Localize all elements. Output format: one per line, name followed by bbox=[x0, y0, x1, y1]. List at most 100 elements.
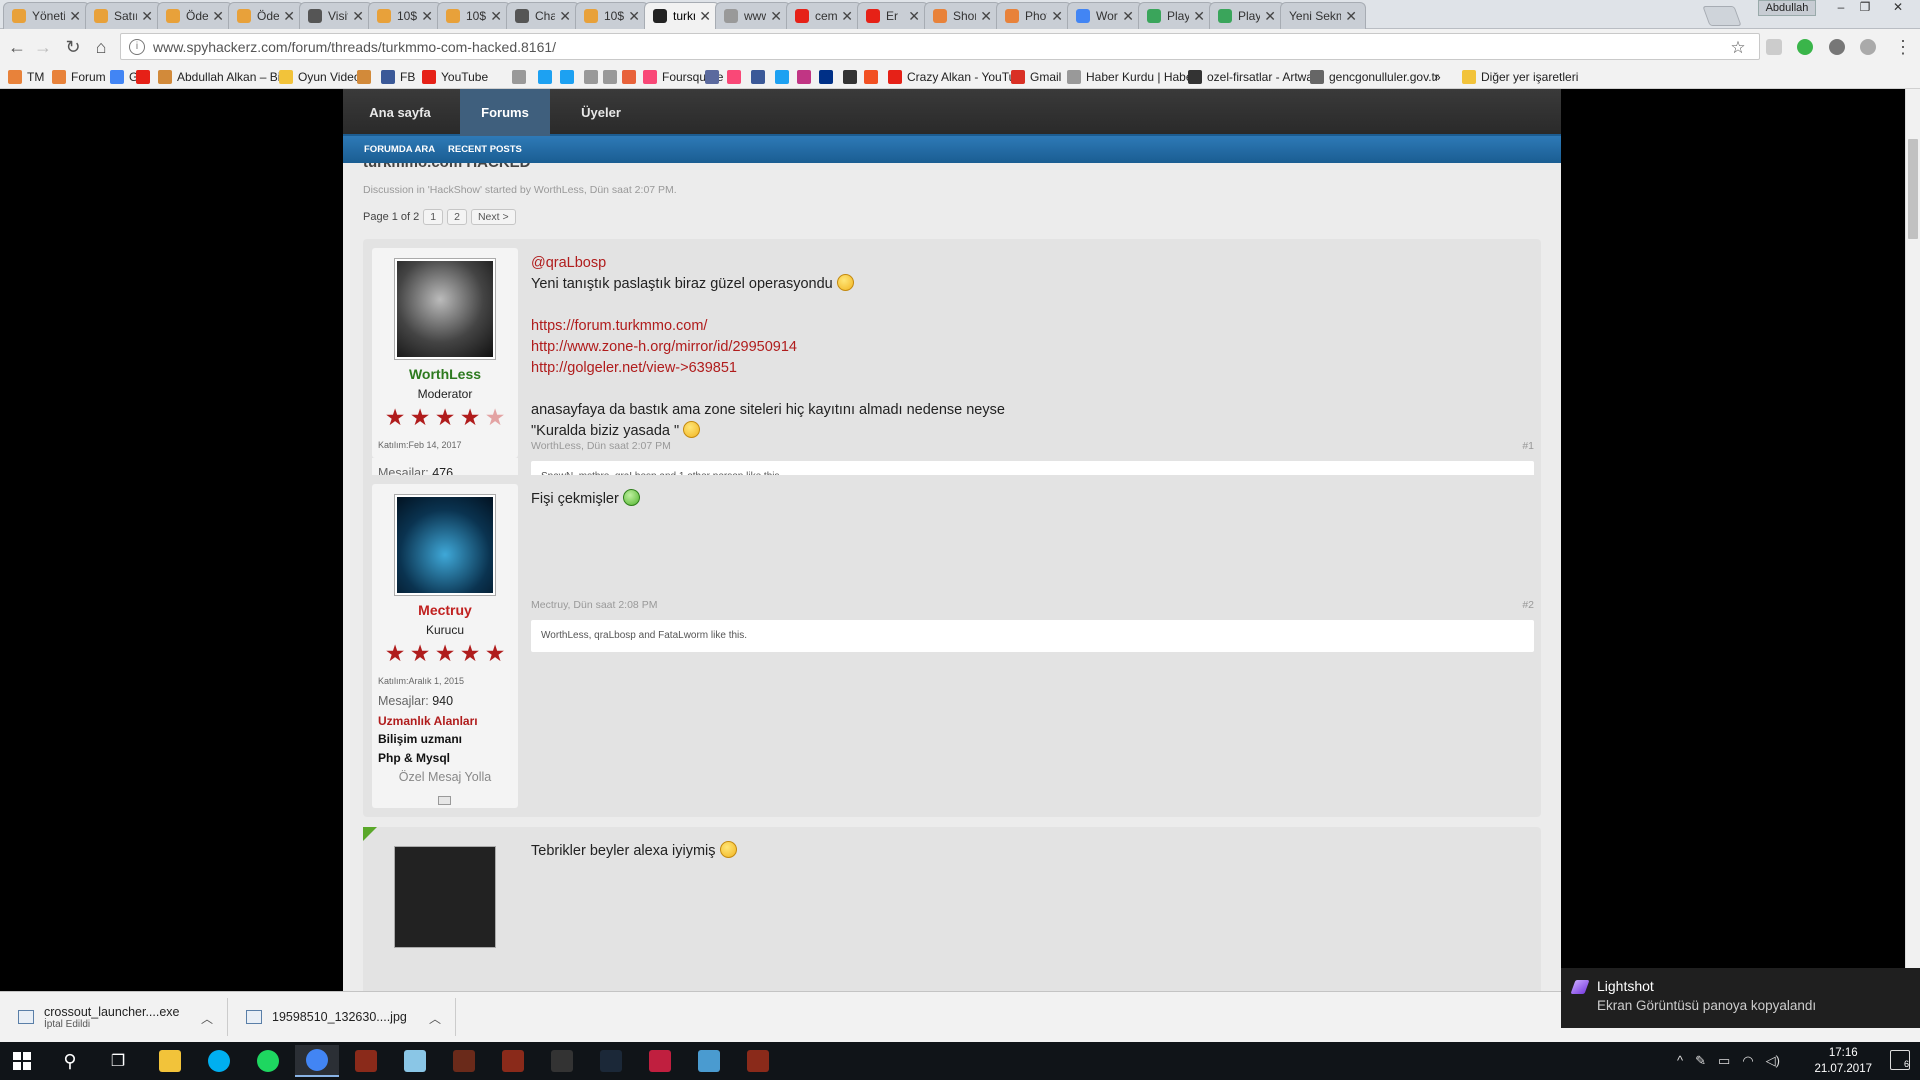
browser-tab[interactable]: Öden✕ bbox=[228, 2, 304, 29]
nav-forums[interactable]: Forums bbox=[460, 89, 550, 136]
search-icon[interactable]: ⚲ bbox=[48, 1045, 92, 1077]
browser-tab[interactable]: cem y✕ bbox=[786, 2, 862, 29]
bookmark-item[interactable]: YouTube bbox=[422, 68, 488, 86]
download-name[interactable]: 19598510_132630....jpg bbox=[272, 1010, 407, 1024]
nav-members[interactable]: Üyeler bbox=[556, 89, 646, 136]
bookmark-item[interactable]: » bbox=[1434, 68, 1441, 86]
close-window-icon[interactable]: ✕ bbox=[1878, 0, 1918, 16]
username[interactable]: Mectruy bbox=[372, 602, 518, 618]
close-icon[interactable]: ✕ bbox=[283, 8, 295, 25]
bookmark-item[interactable] bbox=[751, 68, 770, 86]
volume-icon[interactable]: ◁) bbox=[1766, 1053, 1780, 1069]
close-icon[interactable]: ✕ bbox=[490, 8, 502, 25]
browser-tab[interactable]: 10$ F✕ bbox=[437, 2, 511, 29]
close-icon[interactable]: ✕ bbox=[421, 8, 433, 25]
browser-tab[interactable]: Er ✕ bbox=[857, 2, 929, 29]
chevron-up-icon[interactable]: ^ bbox=[1677, 1053, 1683, 1069]
post-link-3[interactable]: http://golgeler.net/view->639851 bbox=[531, 358, 1005, 379]
taskbar-app[interactable] bbox=[589, 1045, 633, 1077]
gear-extension-icon[interactable] bbox=[1829, 39, 1845, 55]
bookmark-item[interactable]: G bbox=[110, 68, 138, 86]
close-icon[interactable]: ✕ bbox=[1264, 8, 1276, 25]
bookmark-item[interactable] bbox=[843, 68, 862, 86]
taskbar-app[interactable] bbox=[148, 1045, 192, 1077]
browser-tab[interactable]: Öden✕ bbox=[157, 2, 233, 29]
page-link-1[interactable]: 1 bbox=[423, 209, 444, 225]
bookmark-item[interactable] bbox=[136, 68, 155, 86]
mention-link[interactable]: @qraLbosp bbox=[531, 253, 1005, 274]
maximize-icon[interactable]: ❐ bbox=[1854, 0, 1876, 16]
browser-tab[interactable]: 10$ F✕ bbox=[368, 2, 442, 29]
taskbar-app[interactable] bbox=[736, 1045, 780, 1077]
username[interactable]: WorthLess bbox=[372, 366, 518, 382]
browser-tab[interactable]: 10$ F✕ bbox=[575, 2, 649, 29]
avatar[interactable] bbox=[394, 494, 496, 596]
post-number[interactable]: #2 bbox=[1522, 599, 1534, 611]
close-icon[interactable]: ✕ bbox=[770, 8, 782, 25]
browser-tab[interactable]: Plays ✕ bbox=[1138, 2, 1214, 29]
browser-tab[interactable]: Yöneti ✕ bbox=[3, 2, 90, 29]
bookmark-item[interactable] bbox=[603, 68, 622, 86]
browser-tab[interactable]: Satın ✕ bbox=[85, 2, 162, 29]
bookmark-item[interactable]: Forum bbox=[52, 68, 106, 86]
bookmark-item[interactable]: Crazy Alkan - YouTub bbox=[888, 68, 1022, 86]
browser-tab[interactable]: Work ✕ bbox=[1067, 2, 1143, 29]
taskbar-app[interactable] bbox=[246, 1045, 290, 1077]
close-icon[interactable]: ✕ bbox=[69, 8, 81, 25]
avatar[interactable] bbox=[394, 258, 496, 360]
page-link-2[interactable]: 2 bbox=[447, 209, 467, 225]
bookmark-item[interactable] bbox=[819, 68, 838, 86]
close-icon[interactable]: ✕ bbox=[212, 8, 224, 25]
taskbar-app[interactable] bbox=[393, 1045, 437, 1077]
close-icon[interactable]: ✕ bbox=[559, 8, 571, 25]
url-text[interactable]: www.spyhackerz.com/forum/threads/turkmmo… bbox=[153, 39, 556, 55]
close-icon[interactable]: ✕ bbox=[1345, 8, 1357, 25]
profile-button[interactable]: Abdullah bbox=[1758, 0, 1816, 16]
clock[interactable]: 17:16 21.07.2017 bbox=[1814, 1045, 1872, 1077]
bookmark-item[interactable]: Abdullah Alkan – Bir bbox=[158, 68, 284, 86]
lightshot-toast[interactable]: Lightshot Ekran Görüntüsü panoya kopyala… bbox=[1561, 968, 1920, 1028]
bookmark-item[interactable]: TM bbox=[8, 68, 44, 86]
notification-center-icon[interactable]: 6 bbox=[1890, 1050, 1910, 1070]
post-link-1[interactable]: https://forum.turkmmo.com/ bbox=[531, 316, 1005, 337]
forward-icon[interactable]: → bbox=[32, 36, 54, 58]
subnav-recent-posts[interactable]: RECENT POSTS bbox=[448, 136, 522, 163]
post-author-date[interactable]: Mectruy, Dün saat 2:08 PM bbox=[531, 599, 657, 611]
task-view-icon[interactable]: ❐ bbox=[96, 1045, 140, 1077]
bookmark-item[interactable] bbox=[538, 68, 557, 86]
browser-tab[interactable]: Chat ✕ bbox=[506, 2, 580, 29]
battery-icon[interactable]: ▭ bbox=[1718, 1053, 1730, 1069]
mail-icon[interactable] bbox=[438, 796, 451, 805]
page-next[interactable]: Next > bbox=[470, 209, 516, 225]
browser-tab[interactable]: Short ✕ bbox=[924, 2, 1001, 29]
info-icon[interactable]: i bbox=[129, 38, 145, 55]
post-link-2[interactable]: http://www.zone-h.org/mirror/id/29950914 bbox=[531, 337, 1005, 358]
bookmark-item[interactable]: Diğer yer işaretleri bbox=[1462, 68, 1578, 86]
home-icon[interactable]: ⌂ bbox=[90, 36, 112, 58]
close-icon[interactable]: ✕ bbox=[1193, 8, 1205, 25]
bookmark-item[interactable] bbox=[622, 68, 641, 86]
subnav-search[interactable]: FORUMDA ARA bbox=[364, 136, 435, 163]
bookmark-item[interactable]: Gmail bbox=[1011, 68, 1061, 86]
browser-tab[interactable]: turkn ✕ bbox=[644, 2, 720, 29]
chevron-up-icon[interactable]: ︿ bbox=[201, 1010, 213, 1027]
taskbar-app[interactable] bbox=[295, 1045, 339, 1077]
bookmark-item[interactable]: gencgonulluler.gov.tr bbox=[1310, 68, 1439, 86]
taskbar-app[interactable] bbox=[344, 1045, 388, 1077]
chevron-up-icon[interactable]: ︿ bbox=[429, 1010, 441, 1027]
page-scrollbar[interactable] bbox=[1905, 89, 1920, 991]
bookmark-item[interactable]: ozel-firsatlar - Artwa bbox=[1188, 68, 1313, 86]
bookmark-item[interactable]: Oyun Video bbox=[279, 68, 361, 86]
shield-extension-icon[interactable] bbox=[1766, 39, 1782, 55]
close-icon[interactable]: ✕ bbox=[352, 8, 364, 25]
wifi-icon[interactable]: ◠ bbox=[1742, 1053, 1753, 1069]
bookmark-star-icon[interactable]: ☆ bbox=[1727, 37, 1749, 59]
taskbar-app[interactable] bbox=[638, 1045, 682, 1077]
avatar[interactable] bbox=[394, 846, 496, 948]
download-item-1[interactable]: crossout_launcher....exe İptal Edildi ︿ bbox=[18, 998, 228, 1036]
reload-icon[interactable]: ↻ bbox=[62, 36, 84, 58]
browser-tab[interactable]: Photo ✕ bbox=[996, 2, 1072, 29]
bookmark-item[interactable] bbox=[705, 68, 724, 86]
bookmark-item[interactable] bbox=[357, 68, 376, 86]
close-icon[interactable]: ✕ bbox=[980, 8, 992, 25]
